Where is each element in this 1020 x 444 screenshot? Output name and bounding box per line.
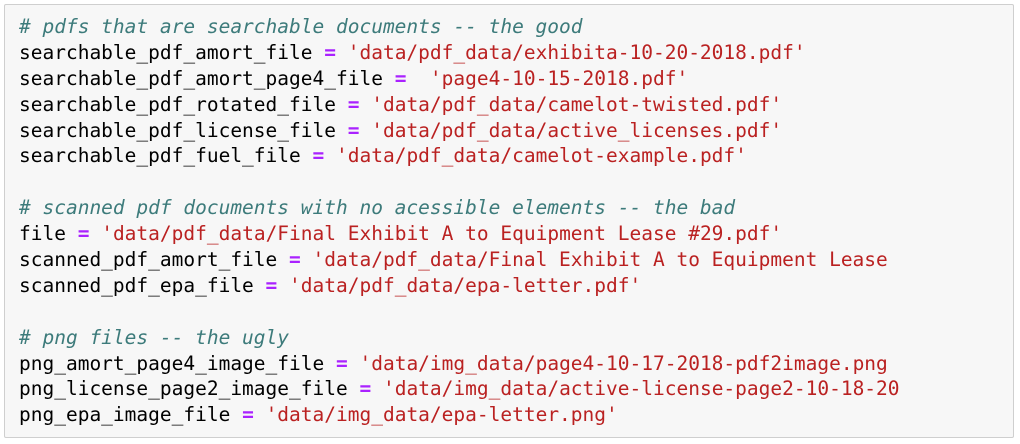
code-line: scanned_pdf_amort_file = 'data/pdf_data/… bbox=[19, 247, 900, 273]
code-line: scanned_pdf_epa_file = 'data/pdf_data/ep… bbox=[19, 273, 900, 299]
string-literal: 'page4-10-15-2018.pdf' bbox=[429, 66, 689, 90]
string-literal: 'data/pdf_data/camelot-twisted.pdf' bbox=[371, 92, 783, 116]
string-literal: 'data/pdf_data/active_licenses.pdf' bbox=[371, 118, 783, 142]
variable-name: scanned_pdf_amort_file bbox=[19, 248, 278, 272]
variable-name: searchable_pdf_license_file bbox=[19, 118, 336, 142]
code-line: png_amort_page4_image_file = 'data/img_d… bbox=[19, 351, 900, 377]
assignment-operator: = bbox=[312, 40, 348, 64]
code-line: searchable_pdf_license_file = 'data/pdf_… bbox=[19, 118, 900, 144]
assignment-operator: = bbox=[347, 377, 383, 401]
string-literal: 'data/pdf_data/camelot-example.pdf' bbox=[336, 144, 747, 168]
assignment-operator: = bbox=[335, 92, 372, 116]
code-line: # png files -- the ugly bbox=[19, 325, 900, 351]
code-cell[interactable]: # pdfs that are searchable documents -- … bbox=[4, 4, 1014, 438]
assignment-operator: = bbox=[324, 351, 360, 375]
variable-name: png_epa_image_file bbox=[19, 403, 231, 427]
code-line: # pdfs that are searchable documents -- … bbox=[19, 14, 900, 40]
variable-name: searchable_pdf_rotated_file bbox=[19, 92, 336, 116]
string-literal: 'data/img_data/active-license-page2-10-1… bbox=[382, 377, 900, 401]
string-literal: 'data/pdf_data/epa-letter.pdf' bbox=[289, 273, 642, 297]
variable-name: searchable_pdf_fuel_file bbox=[19, 144, 301, 168]
code-line: # scanned pdf documents with no acessibl… bbox=[19, 195, 900, 221]
string-literal: 'data/pdf_data/Final Exhibit A to Equipm… bbox=[312, 248, 888, 272]
code-line: png_epa_image_file = 'data/img_data/epa-… bbox=[19, 402, 900, 428]
assignment-operator: = bbox=[277, 248, 313, 272]
assignment-operator: = bbox=[230, 403, 266, 427]
code-comment: # png files -- the ugly bbox=[19, 325, 290, 349]
code-line: searchable_pdf_fuel_file = 'data/pdf_dat… bbox=[19, 143, 900, 169]
string-literal: 'data/pdf_data/Final Exhibit A to Equipm… bbox=[101, 222, 783, 246]
assignment-operator: = bbox=[253, 273, 290, 297]
code-editor[interactable]: # pdfs that are searchable documents -- … bbox=[19, 14, 900, 428]
assignment-operator: = bbox=[65, 222, 102, 246]
code-line: searchable_pdf_rotated_file = 'data/pdf_… bbox=[19, 92, 900, 118]
assignment-operator: = bbox=[300, 144, 336, 168]
string-literal: 'data/pdf_data/exhibita-10-20-2018.pdf' bbox=[347, 40, 806, 64]
variable-name: searchable_pdf_amort_page4_file bbox=[19, 66, 383, 90]
code-line: searchable_pdf_amort_page4_file = 'page4… bbox=[19, 66, 900, 92]
code-line: file = 'data/pdf_data/Final Exhibit A to… bbox=[19, 221, 900, 247]
code-line: png_license_page2_image_file = 'data/img… bbox=[19, 376, 900, 402]
variable-name: file bbox=[19, 222, 66, 246]
string-literal: 'data/img_data/epa-letter.png' bbox=[265, 403, 618, 427]
variable-name: scanned_pdf_epa_file bbox=[19, 273, 254, 297]
variable-name: png_amort_page4_image_file bbox=[19, 351, 325, 375]
assignment-operator: = bbox=[335, 118, 372, 142]
code-comment: # pdfs that are searchable documents -- … bbox=[19, 15, 583, 38]
variable-name: png_license_page2_image_file bbox=[19, 377, 348, 401]
code-line: searchable_pdf_amort_file = 'data/pdf_da… bbox=[19, 40, 900, 66]
assignment-operator: = bbox=[382, 66, 430, 90]
code-comment: # scanned pdf documents with no acessibl… bbox=[19, 196, 736, 220]
variable-name: searchable_pdf_amort_file bbox=[19, 40, 313, 64]
string-literal: 'data/img_data/page4-10-17-2018-pdf2imag… bbox=[359, 351, 888, 375]
